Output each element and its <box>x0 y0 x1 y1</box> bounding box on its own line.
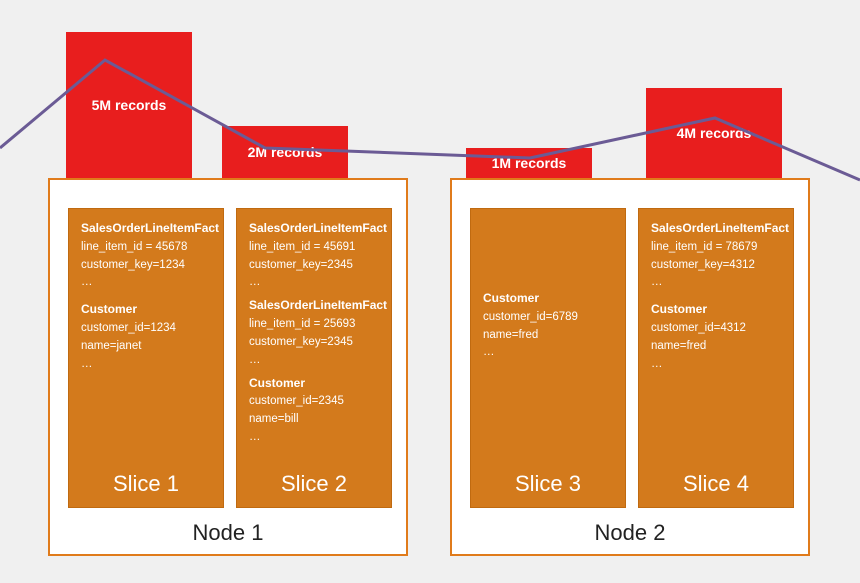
bar-slice2: 2M records <box>222 126 348 178</box>
block-line: … <box>81 276 93 288</box>
node-2: Customer customer_id=6789 name=fred … Sl… <box>450 178 810 556</box>
bar-label: 2M records <box>248 144 323 160</box>
bar-label: 1M records <box>492 155 567 171</box>
block-line: customer_key=4312 <box>651 259 755 271</box>
slice-4: SalesOrderLineItemFact line_item_id = 78… <box>638 208 794 508</box>
block-line: line_item_id = 25693 <box>249 318 355 330</box>
block-line: customer_key=1234 <box>81 259 185 271</box>
block-line: … <box>651 358 663 370</box>
slice-title: Slice 2 <box>237 471 391 497</box>
slice-title: Slice 1 <box>69 471 223 497</box>
slice-3: Customer customer_id=6789 name=fred … Sl… <box>470 208 626 508</box>
bar-slice4: 4M records <box>646 88 782 178</box>
block-line: name=fred <box>483 329 538 341</box>
block-line: … <box>483 346 495 358</box>
record-block: Customer customer_id=1234 name=janet … <box>81 300 211 373</box>
node-label: Node 1 <box>50 520 406 546</box>
block-line: name=janet <box>81 340 141 352</box>
block-line: customer_id=1234 <box>81 322 176 334</box>
block-heading: Customer <box>249 376 305 390</box>
record-block: Customer customer_id=2345 name=bill … <box>249 374 379 447</box>
record-block: SalesOrderLineItemFact line_item_id = 78… <box>651 219 781 292</box>
bar-label: 4M records <box>677 125 752 141</box>
block-heading: Customer <box>651 302 707 316</box>
bar-label: 5M records <box>92 97 167 113</box>
block-line: … <box>249 354 261 366</box>
record-block: Customer customer_id=4312 name=fred … <box>651 300 781 373</box>
slice-title: Slice 4 <box>639 471 793 497</box>
bar-slice3: 1M records <box>466 148 592 178</box>
slice-2-body: SalesOrderLineItemFact line_item_id = 45… <box>237 209 391 451</box>
block-line: name=bill <box>249 413 299 425</box>
block-line: … <box>651 276 663 288</box>
block-line: … <box>249 431 261 443</box>
node-label: Node 2 <box>452 520 808 546</box>
slice-title: Slice 3 <box>471 471 625 497</box>
slice-1: SalesOrderLineItemFact line_item_id = 45… <box>68 208 224 508</box>
block-heading: Customer <box>483 291 539 305</box>
slice-2: SalesOrderLineItemFact line_item_id = 45… <box>236 208 392 508</box>
block-heading: Customer <box>81 302 137 316</box>
block-line: line_item_id = 45691 <box>249 241 355 253</box>
record-block: SalesOrderLineItemFact line_item_id = 45… <box>81 219 211 292</box>
block-line: line_item_id = 45678 <box>81 241 187 253</box>
block-line: … <box>81 358 93 370</box>
slice-3-body: Customer customer_id=6789 name=fred … <box>471 209 625 366</box>
block-line: customer_id=6789 <box>483 311 578 323</box>
block-heading: SalesOrderLineItemFact <box>81 221 219 235</box>
block-line: name=fred <box>651 340 706 352</box>
block-line: customer_key=2345 <box>249 336 353 348</box>
node-1: SalesOrderLineItemFact line_item_id = 45… <box>48 178 408 556</box>
record-block: SalesOrderLineItemFact line_item_id = 25… <box>249 296 379 369</box>
record-block: SalesOrderLineItemFact line_item_id = 45… <box>249 219 379 292</box>
diagram-stage: 5M records 2M records 1M records 4M reco… <box>0 0 860 583</box>
slice-1-body: SalesOrderLineItemFact line_item_id = 45… <box>69 209 223 378</box>
block-heading: SalesOrderLineItemFact <box>651 221 789 235</box>
block-heading: SalesOrderLineItemFact <box>249 221 387 235</box>
block-line: … <box>249 276 261 288</box>
block-line: customer_id=4312 <box>651 322 746 334</box>
block-line: line_item_id = 78679 <box>651 241 757 253</box>
block-line: customer_key=2345 <box>249 259 353 271</box>
block-heading: SalesOrderLineItemFact <box>249 298 387 312</box>
block-line: customer_id=2345 <box>249 395 344 407</box>
slice-4-body: SalesOrderLineItemFact line_item_id = 78… <box>639 209 793 378</box>
record-block: Customer customer_id=6789 name=fred … <box>483 289 613 362</box>
bar-slice1: 5M records <box>66 32 192 178</box>
